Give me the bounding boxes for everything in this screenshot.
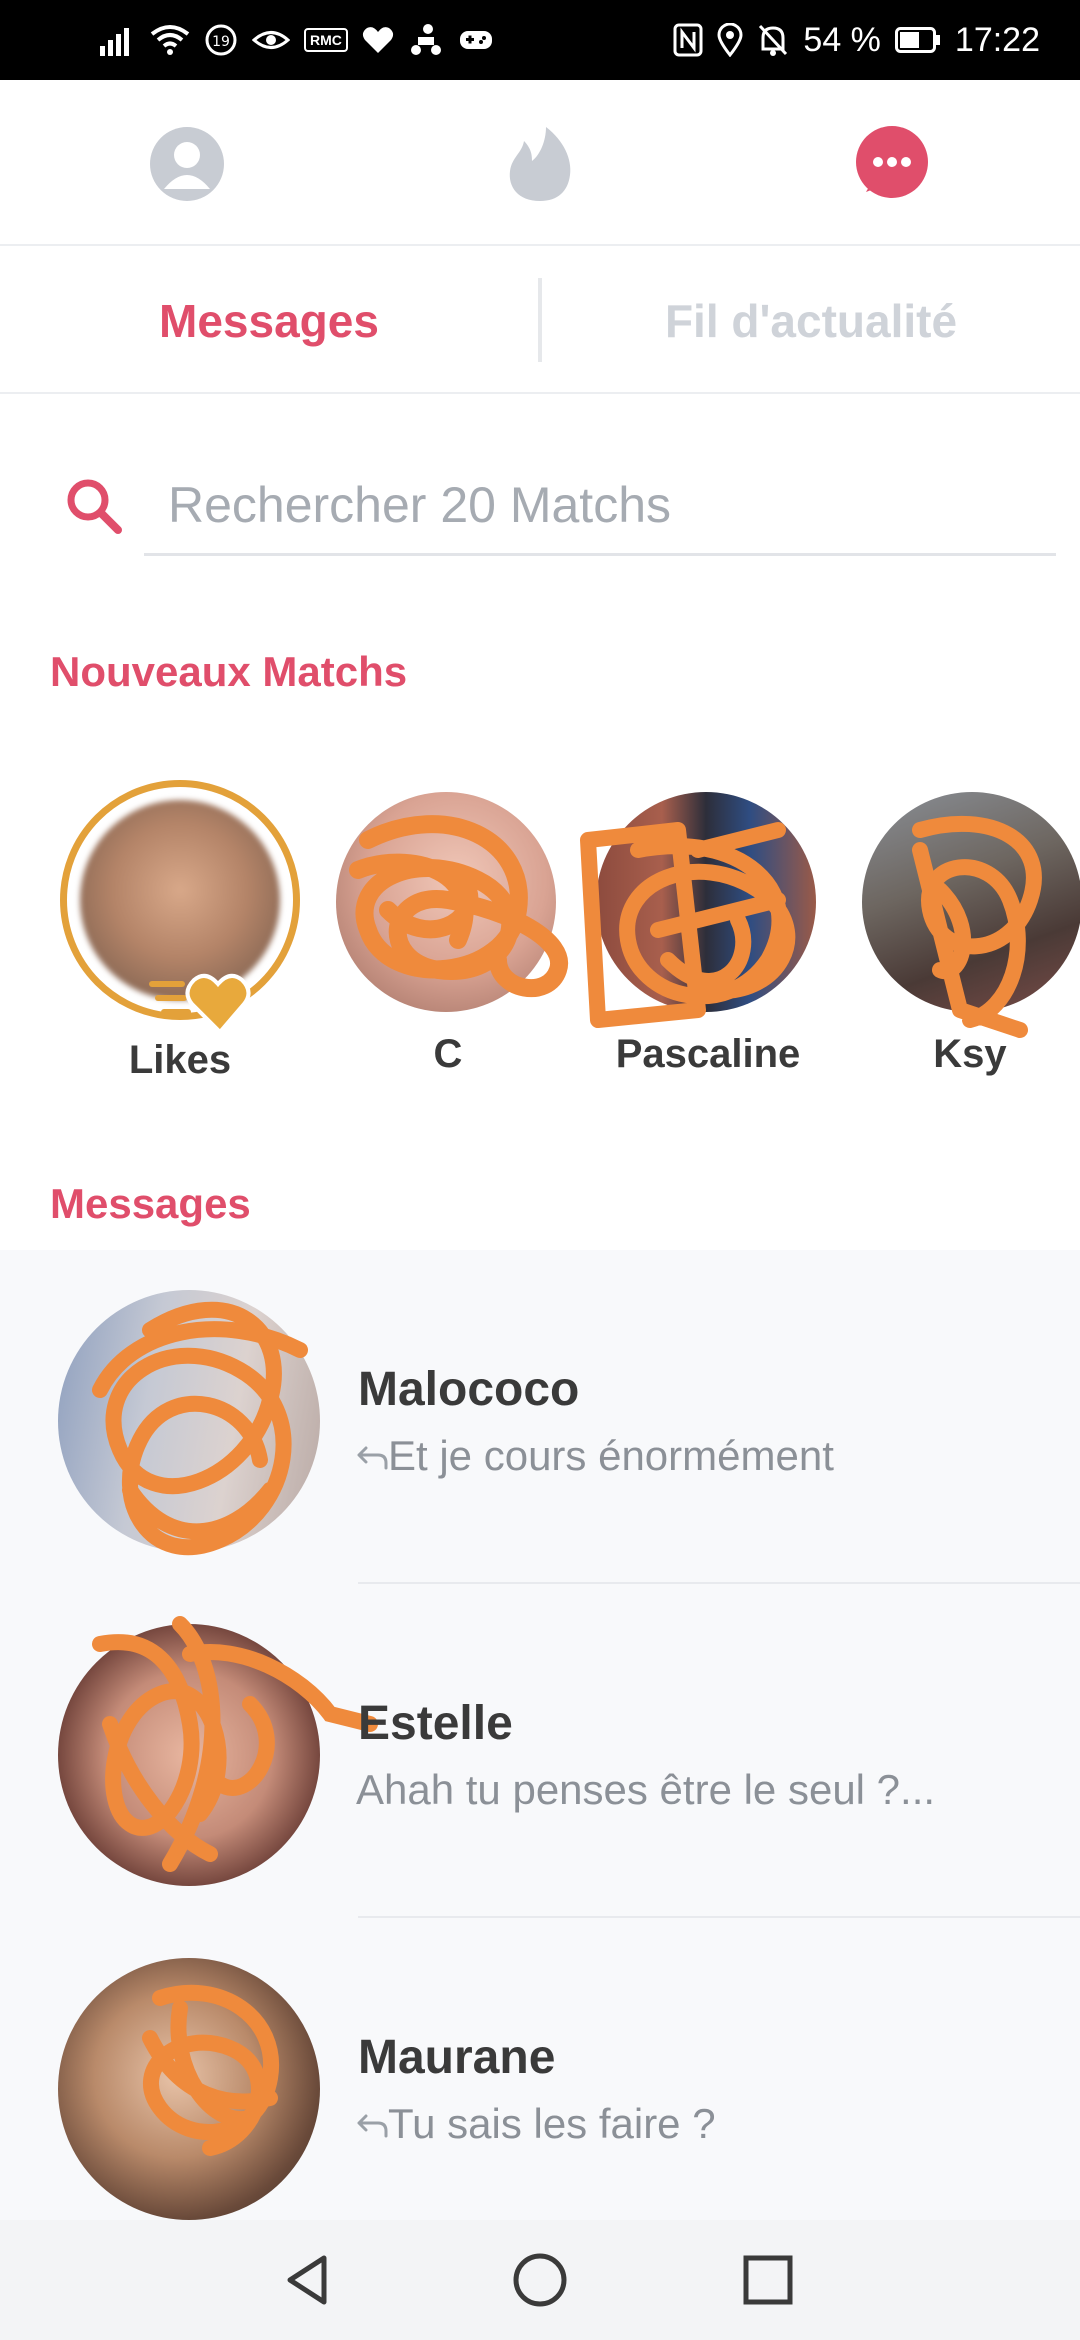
list-item[interactable]: Maurane Tu sais les faire ? bbox=[0, 1918, 1080, 2252]
conversation-preview: Tu sais les faire ? bbox=[356, 2100, 716, 2148]
svg-text:19: 19 bbox=[212, 34, 230, 50]
new-matches-row: Likes C Pascaline Ksy bbox=[0, 770, 1080, 1110]
scribble-overlay bbox=[580, 822, 796, 1028]
new-matches-title: Nouveaux Matchs bbox=[50, 648, 408, 695]
search-icon bbox=[67, 479, 122, 534]
gamepad-icon bbox=[458, 20, 494, 60]
profile-icon bbox=[150, 127, 224, 201]
scribble-overlay bbox=[92, 1616, 378, 1872]
message-list: Malococo Et je cours énormément Estelle … bbox=[0, 1250, 1080, 2230]
system-navigation-bar bbox=[0, 2220, 1080, 2340]
eye-icon bbox=[252, 20, 290, 60]
flame-icon bbox=[509, 127, 571, 201]
reply-arrow-icon bbox=[357, 2114, 388, 2138]
back-triangle-icon bbox=[287, 2255, 327, 2305]
conversation-preview-text: Et je cours énormément bbox=[388, 1432, 834, 1479]
status-bar: 19 RMC 54 % 17:22 bbox=[0, 0, 1080, 80]
signal-icon bbox=[100, 20, 136, 60]
gold-heart-icon bbox=[149, 973, 251, 1035]
conversation-preview: Ahah tu penses être le seul ?... bbox=[356, 1766, 935, 1814]
screen: 19 RMC 54 % 17:22 Messages Fil d'actuali… bbox=[0, 0, 1080, 2340]
recents-square-icon bbox=[743, 2255, 793, 2305]
search-input[interactable] bbox=[144, 456, 1056, 556]
back-button[interactable] bbox=[268, 2240, 348, 2320]
scribble-overlay bbox=[142, 1984, 280, 2156]
conversation-name: Maurane bbox=[358, 2031, 556, 2084]
scribble-overlay bbox=[349, 815, 568, 997]
recents-button[interactable] bbox=[728, 2240, 808, 2320]
clock: 17:22 bbox=[954, 20, 1040, 59]
list-item[interactable]: Malococo Et je cours énormément bbox=[0, 1250, 1080, 1584]
reply-arrow-icon bbox=[357, 1446, 388, 1470]
search-bar bbox=[0, 430, 1080, 580]
rmc-app-icon: RMC bbox=[304, 20, 348, 60]
conversation-preview-text: Tu sais les faire ? bbox=[388, 2100, 716, 2147]
nfc-icon bbox=[673, 20, 703, 60]
scribble-overlay bbox=[912, 815, 1042, 1038]
conversation-preview: Et je cours énormément bbox=[356, 1432, 834, 1480]
heart-icon bbox=[362, 20, 394, 60]
status-icons-right: 54 % 17:22 bbox=[673, 0, 1040, 80]
scribble-overlay bbox=[92, 1301, 308, 1555]
conversation-name: Malococo bbox=[358, 1363, 580, 1416]
profile-button[interactable] bbox=[147, 124, 227, 204]
home-button[interactable] bbox=[500, 2240, 580, 2320]
delivery-icon bbox=[408, 20, 444, 60]
match-name: Ksy bbox=[933, 1032, 1007, 1076]
conversation-preview-text: Ahah tu penses être le seul ?... bbox=[356, 1766, 936, 1813]
messages-nav-button[interactable] bbox=[852, 124, 932, 204]
tab-feed[interactable]: Fil d'actualité bbox=[542, 248, 1080, 394]
status-icons-left: 19 RMC bbox=[100, 0, 494, 80]
battery-percent: 54 % bbox=[803, 20, 881, 59]
tab-bar: Messages Fil d'actualité bbox=[0, 248, 1080, 394]
wifi-icon bbox=[150, 20, 190, 60]
messages-section-title: Messages bbox=[50, 1180, 251, 1227]
tab-messages[interactable]: Messages bbox=[0, 248, 538, 394]
rmc-label: RMC bbox=[304, 28, 348, 52]
chat-bubble-icon bbox=[856, 126, 928, 198]
top-navigation-bar bbox=[0, 80, 1080, 246]
home-circle-icon bbox=[513, 2253, 567, 2307]
data-saver-icon: 19 bbox=[204, 20, 238, 60]
battery-icon bbox=[894, 20, 941, 60]
bell-off-icon bbox=[757, 20, 789, 60]
location-icon bbox=[717, 20, 743, 60]
discover-button[interactable] bbox=[500, 124, 580, 204]
match-name: C bbox=[433, 1032, 463, 1076]
list-item[interactable]: Estelle Ahah tu penses être le seul ?... bbox=[0, 1584, 1080, 1918]
conversation-name: Estelle bbox=[358, 1697, 513, 1750]
match-name: Pascaline bbox=[615, 1032, 801, 1076]
likes-label: Likes bbox=[128, 1038, 232, 1082]
